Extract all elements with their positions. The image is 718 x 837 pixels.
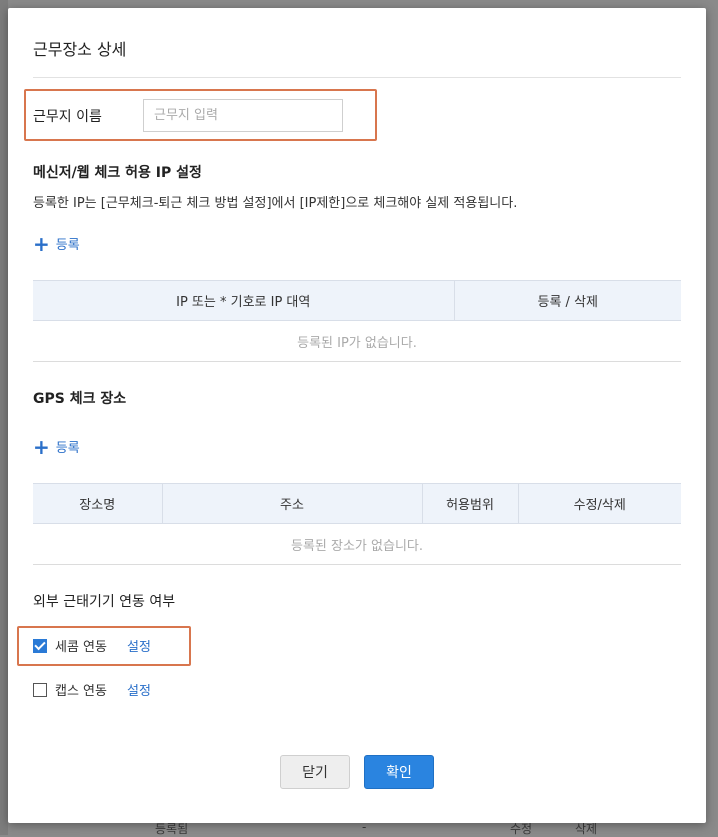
gps-add-label: 등록 <box>55 441 80 456</box>
secom-setting-link[interactable]: 설정 <box>127 636 151 655</box>
caps-label: 캡스 연동 <box>55 684 107 699</box>
gps-section-title: GPS 체크 장소 <box>33 391 127 407</box>
work-name-label: 근무지 이름 <box>33 109 102 125</box>
edit-delete-column-header: 수정/삭제 <box>518 483 681 524</box>
allowed-range-column-header: 허용범위 <box>422 483 519 524</box>
plus-icon: + <box>33 434 50 459</box>
address-column-header: 주소 <box>162 483 423 524</box>
ip-section-title: 메신저/웹 체크 허용 IP 설정 <box>33 165 202 181</box>
external-section-title: 외부 근태기기 연동 여부 <box>33 594 176 610</box>
plus-icon: + <box>33 231 50 256</box>
gps-table-header: 장소명 주소 허용범위 수정/삭제 <box>33 483 681 524</box>
gps-table: 장소명 주소 허용범위 수정/삭제 등록된 장소가 없습니다. <box>33 483 681 565</box>
work-location-detail-modal: 근무장소 상세 근무지 이름 메신저/웹 체크 허용 IP 설정 등록한 IP는… <box>8 8 706 823</box>
gps-add-button[interactable]: + 등록 <box>33 434 80 459</box>
confirm-button[interactable]: 확인 <box>364 755 434 789</box>
ip-section-description: 등록한 IP는 [근무체크-퇴근 체크 방법 설정]에서 [IP제한]으로 체크… <box>33 196 518 211</box>
caps-setting-link[interactable]: 설정 <box>127 680 151 699</box>
table-row: 등록된 장소가 없습니다. <box>33 523 681 565</box>
ip-table-header: IP 또는 * 기호로 IP 대역 등록 / 삭제 <box>33 280 681 321</box>
caps-row: 캡스 연동 설정 <box>33 680 151 699</box>
place-name-column-header: 장소명 <box>33 483 163 524</box>
ip-empty-message: 등록된 IP가 없습니다. <box>33 320 681 362</box>
ip-add-label: 등록 <box>55 238 80 253</box>
ip-column-header: IP 또는 * 기호로 IP 대역 <box>33 280 455 321</box>
title-divider <box>33 77 681 78</box>
ip-add-button[interactable]: + 등록 <box>33 231 80 256</box>
ip-table: IP 또는 * 기호로 IP 대역 등록 / 삭제 등록된 IP가 없습니다. <box>33 280 681 362</box>
background-page-edge <box>0 0 8 835</box>
gps-empty-message: 등록된 장소가 없습니다. <box>33 523 681 565</box>
caps-checkbox[interactable] <box>33 682 47 697</box>
ip-register-delete-column-header: 등록 / 삭제 <box>454 280 681 321</box>
secom-row: 세콤 연동 설정 <box>33 636 151 655</box>
secom-label: 세콤 연동 <box>55 640 107 655</box>
close-button[interactable]: 닫기 <box>280 755 350 789</box>
table-row: 등록된 IP가 없습니다. <box>33 320 681 362</box>
secom-checkbox[interactable] <box>33 638 47 653</box>
work-name-input[interactable] <box>143 99 343 132</box>
modal-title: 근무장소 상세 <box>33 40 127 59</box>
